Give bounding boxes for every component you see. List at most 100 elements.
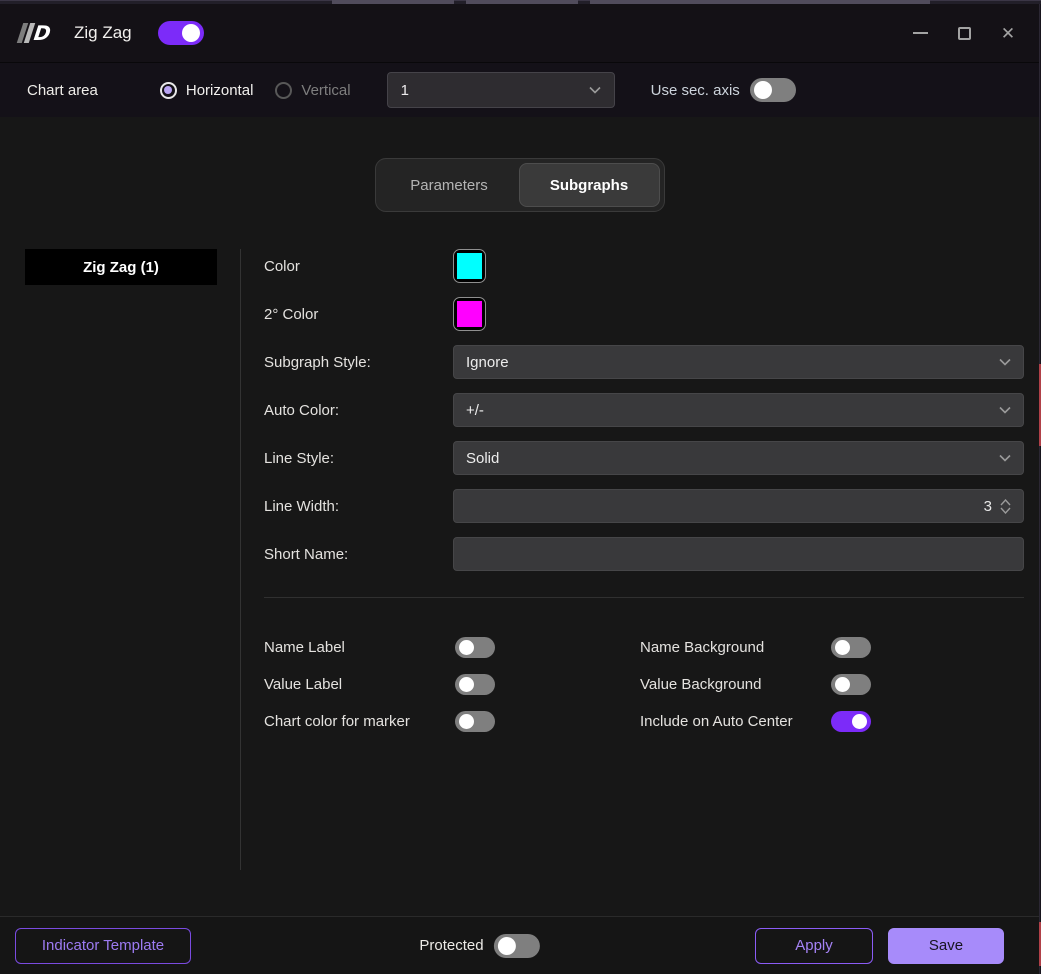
apply-button[interactable]: Apply (755, 928, 873, 964)
minimize-icon (913, 32, 928, 34)
toggle-knob (498, 937, 516, 955)
auto-color-select[interactable]: +/- (453, 393, 1024, 427)
value-background-toggle[interactable] (831, 674, 871, 695)
color-label: Color (264, 258, 453, 275)
stepper-arrows[interactable] (1000, 499, 1011, 514)
color-row: Color (264, 249, 1024, 283)
toggle-knob (459, 640, 474, 655)
include-auto-center-row: Include on Auto Center (640, 710, 1024, 732)
short-name-label: Short Name: (264, 546, 453, 563)
radio-vertical-label: Vertical (301, 82, 350, 99)
subgraph-form: Color 2° Color Subgraph Style: Ignore (264, 249, 1024, 870)
subgraph-style-label: Subgraph Style: (264, 354, 453, 371)
secondary-color-row: 2° Color (264, 297, 1024, 331)
value-label-text: Value Label (264, 676, 455, 693)
maximize-icon (958, 27, 971, 40)
line-width-stepper[interactable]: 3 (453, 489, 1024, 523)
chart-color-marker-text: Chart color for marker (264, 713, 455, 730)
radio-circle-icon (160, 82, 177, 99)
line-style-row: Line Style: Solid (264, 441, 1024, 475)
chart-area-select[interactable]: 1 (387, 72, 615, 108)
footer-actions: Apply Save (755, 928, 1004, 964)
include-auto-center-toggle[interactable] (831, 711, 871, 732)
secondary-color-swatch (457, 301, 482, 327)
value-background-row: Value Background (640, 673, 1024, 695)
chevron-down-icon (999, 358, 1011, 366)
tab-bar: Parameters Subgraphs (375, 158, 665, 212)
chart-area-label: Chart area (27, 82, 98, 99)
secondary-color-swatch-button[interactable] (453, 297, 486, 331)
save-button[interactable]: Save (888, 928, 1004, 964)
chevron-down-icon (589, 86, 601, 94)
color-swatch (457, 253, 482, 279)
toggle-knob (459, 714, 474, 729)
line-width-row: Line Width: 3 (264, 489, 1024, 523)
auto-color-label: Auto Color: (264, 402, 453, 419)
minimize-button[interactable] (905, 18, 935, 48)
chevron-up-icon (1000, 499, 1011, 506)
name-background-row: Name Background (640, 636, 1024, 658)
subgraph-style-select[interactable]: Ignore (453, 345, 1024, 379)
chart-area-bar: Chart area Horizontal Vertical 1 Use sec… (0, 62, 1039, 117)
window-controls: ✕ (905, 18, 1023, 48)
indicator-template-button[interactable]: Indicator Template (15, 928, 191, 964)
save-label: Save (929, 937, 963, 954)
short-name-input[interactable] (466, 546, 1011, 563)
titlebar: D Zig Zag ✕ (0, 4, 1039, 62)
window-title: Zig Zag (74, 23, 132, 43)
name-label-row: Name Label (264, 636, 640, 658)
use-sec-axis-label: Use sec. axis (651, 82, 740, 99)
footer-bar: Indicator Template Protected Apply Save (0, 916, 1039, 974)
line-width-value: 3 (984, 498, 992, 515)
use-sec-axis-toggle[interactable] (750, 78, 796, 102)
subgraph-style-value: Ignore (466, 354, 509, 371)
line-style-select[interactable]: Solid (453, 441, 1024, 475)
auto-color-value: +/- (466, 402, 484, 419)
short-name-field-wrap (453, 537, 1024, 571)
radio-horizontal-label: Horizontal (186, 82, 254, 99)
background-window-strip (0, 0, 1041, 4)
study-enabled-toggle[interactable] (158, 21, 204, 45)
apply-label: Apply (795, 937, 833, 954)
subgraph-list: Zig Zag (1) (25, 249, 241, 870)
name-background-text: Name Background (640, 639, 831, 656)
radio-vertical[interactable]: Vertical (275, 82, 350, 99)
value-background-text: Value Background (640, 676, 831, 693)
chart-area-select-value: 1 (401, 82, 409, 99)
name-label-text: Name Label (264, 639, 455, 656)
background-tab-segment (466, 0, 578, 4)
color-swatch-button[interactable] (453, 249, 486, 283)
toggle-knob (835, 640, 850, 655)
name-label-toggle[interactable] (455, 637, 495, 658)
radio-circle-icon (275, 82, 292, 99)
subgraph-style-row: Subgraph Style: Ignore (264, 345, 1024, 379)
close-button[interactable]: ✕ (993, 18, 1023, 48)
include-auto-center-text: Include on Auto Center (640, 713, 831, 730)
protected-toggle[interactable] (494, 934, 540, 958)
chevron-down-icon (999, 406, 1011, 414)
auto-color-row: Auto Color: +/- (264, 393, 1024, 427)
line-style-value: Solid (466, 450, 499, 467)
indicator-template-label: Indicator Template (42, 937, 164, 954)
chevron-down-icon (1000, 507, 1011, 514)
close-icon: ✕ (1001, 25, 1015, 42)
background-tab-segment (590, 0, 930, 4)
secondary-color-label: 2° Color (264, 306, 453, 323)
protected-label: Protected (419, 937, 483, 954)
chevron-down-icon (999, 454, 1011, 462)
short-name-row: Short Name: (264, 537, 1024, 571)
maximize-button[interactable] (949, 18, 979, 48)
radio-horizontal[interactable]: Horizontal (160, 82, 254, 99)
app-logo-icon: D (16, 21, 62, 45)
value-label-toggle[interactable] (455, 674, 495, 695)
tab-subgraphs[interactable]: Subgraphs (519, 163, 660, 207)
toggle-knob (852, 714, 867, 729)
line-style-label: Line Style: (264, 450, 453, 467)
tab-subgraphs-label: Subgraphs (550, 177, 628, 194)
name-background-toggle[interactable] (831, 637, 871, 658)
sidebar-item-zigzag-1[interactable]: Zig Zag (1) (25, 249, 217, 285)
chart-color-marker-toggle[interactable] (455, 711, 495, 732)
tab-parameters[interactable]: Parameters (380, 163, 519, 207)
toggle-knob (754, 81, 772, 99)
protected-group: Protected (419, 934, 539, 958)
